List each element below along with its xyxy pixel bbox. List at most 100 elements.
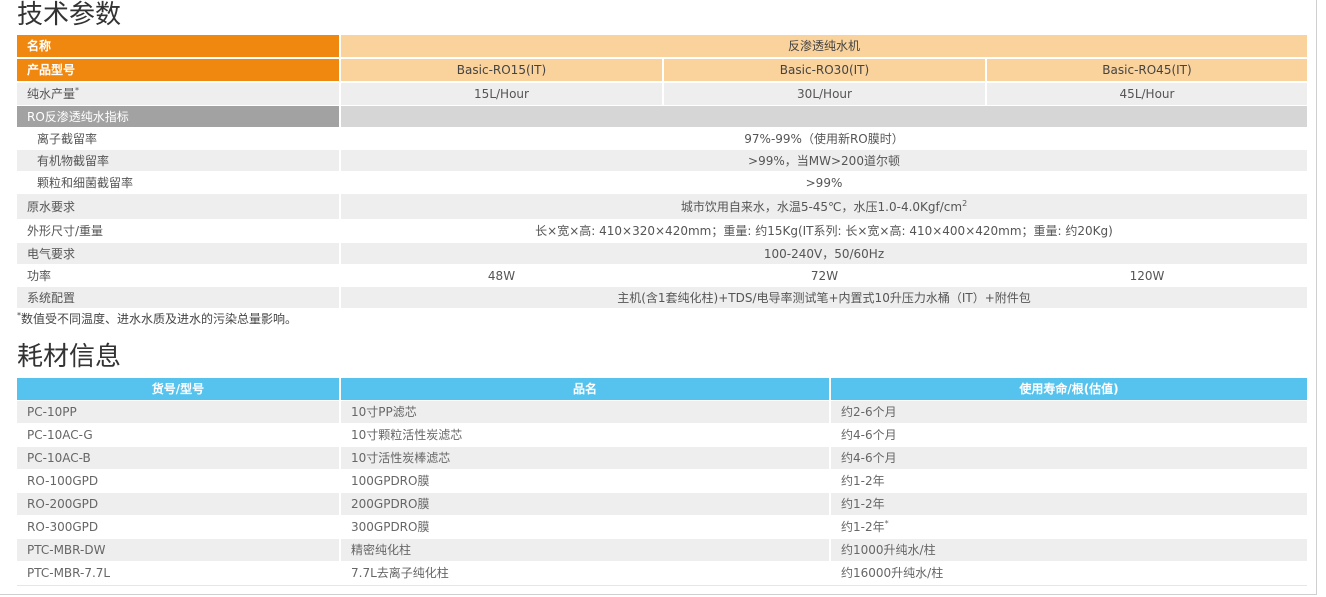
spec-value: 48W: [487, 268, 516, 283]
product-name-text: 100GPDRO膜: [351, 474, 430, 488]
lifespan-text: 约1-2年: [841, 520, 885, 534]
product-name-cell: 100GPDRO膜: [341, 470, 829, 492]
specs-table: 名称 反渗透纯水机 产品型号 Basic-RO15(IT) Basic-RO30…: [17, 35, 1307, 309]
spec-row-organic-rejection: 有机物截留率 >99%，当MW>200道尔顿: [17, 150, 1307, 171]
spec-label: 产品型号: [27, 63, 76, 77]
lifespan-cell: 约1-2年*: [831, 516, 1307, 538]
spec-value-cell: 主机(含1套纯化柱)+TDS/电导率测试笔+内置式10升压力水桶（IT）+附件包: [341, 287, 1307, 308]
table-row: RO-100GPD 100GPDRO膜 约1-2年: [17, 470, 1307, 492]
unit-superscript: 2: [962, 198, 968, 208]
spec-label: 有机物截留率: [37, 153, 110, 168]
product-name-cell: 300GPDRO膜: [341, 516, 829, 538]
spec-value-cell: 15L/Hour: [341, 83, 662, 105]
spec-value-cell: 100-240V，50/60Hz: [341, 243, 1307, 264]
spec-row-dimensions: 外形尺寸/重量 长×宽×高: 410×320×420mm；重量: 约15Kg(I…: [17, 220, 1307, 242]
table-row: PTC-MBR-DW 精密纯化柱 约1000升纯水/柱: [17, 539, 1307, 561]
spec-row-output: 纯水产量* 15L/Hour 30L/Hour 45L/Hour: [17, 83, 1307, 105]
spec-label-cell: 原水要求: [17, 194, 339, 219]
lifespan-cell: 约1000升纯水/柱: [831, 539, 1307, 561]
spec-value-cell: Basic-RO30(IT): [664, 59, 985, 81]
product-name-text: 200GPDRO膜: [351, 497, 430, 511]
spec-value-cell: Basic-RO45(IT): [987, 59, 1307, 81]
spec-value-cell: 反渗透纯水机: [341, 35, 1307, 57]
product-name-cell: 7.7L去离子纯化柱: [341, 562, 829, 584]
spec-label: 原水要求: [27, 199, 76, 214]
spec-label-cell: 颗粒和细菌截留率: [17, 172, 339, 193]
table-row: PC-10AC-G 10寸颗粒活性炭滤芯 约4-6个月: [17, 424, 1307, 446]
lifespan-cell: 约2-6个月: [831, 401, 1307, 423]
spec-group-header: RO反渗透纯水指标: [17, 106, 1307, 127]
spec-value: Basic-RO45(IT): [1102, 63, 1192, 77]
spec-value-cell: 城市饮用自来水，水温5-45℃，水压1.0-4.0Kgf/cm2: [341, 194, 1307, 219]
lifespan-text: 约4-6个月: [841, 451, 897, 465]
model-cell: RO-300GPD: [17, 516, 339, 538]
model-text: PTC-MBR-DW: [27, 543, 106, 557]
product-name-text: 10寸颗粒活性炭滤芯: [351, 428, 463, 442]
model-text: PTC-MBR-7.7L: [27, 566, 111, 580]
spec-value-cell: 120W: [987, 265, 1307, 286]
spec-value: 15L/Hour: [474, 87, 529, 101]
spec-value-cell: 30L/Hour: [664, 83, 985, 105]
spec-label-cell: 外形尺寸/重量: [17, 220, 339, 242]
spec-label-cell: 系统配置: [17, 287, 339, 308]
spec-label-cell: 纯水产量*: [17, 83, 339, 105]
lifespan-cell: 约16000升纯水/柱: [831, 562, 1307, 584]
spec-row-ion-rejection: 离子截留率 97%-99%（使用新RO膜时）: [17, 128, 1307, 149]
table-row: RO-300GPD 300GPDRO膜 约1-2年*: [17, 516, 1307, 538]
table-header-row: 货号/型号 品名 使用寿命/根(估值): [17, 378, 1307, 400]
model-cell: RO-100GPD: [17, 470, 339, 492]
footnote-mark: *: [75, 86, 80, 95]
model-text: RO-100GPD: [27, 474, 99, 488]
spec-label-cell: 名称: [17, 35, 339, 57]
spec-value: 主机(含1套纯化柱)+TDS/电导率测试笔+内置式10升压力水桶（IT）+附件包: [617, 290, 1031, 305]
model-cell: PC-10AC-B: [17, 447, 339, 469]
spec-value: 72W: [810, 268, 839, 283]
spec-label: 系统配置: [27, 290, 76, 305]
specs-section-title: 技术参数: [17, 0, 122, 30]
table-row: PTC-MBR-7.7L 7.7L去离子纯化柱 约16000升纯水/柱: [17, 562, 1307, 584]
spec-value: 97%-99%（使用新RO膜时）: [744, 131, 904, 146]
spec-group-fill: [341, 106, 1307, 127]
model-text: RO-200GPD: [27, 497, 99, 511]
table-row: RO-200GPD 200GPDRO膜 约1-2年: [17, 493, 1307, 515]
spec-value-cell: >99%，当MW>200道尔顿: [341, 150, 1307, 171]
content-container: 技术参数 名称 反渗透纯水机 产品型号 Basic-RO15(IT) Basic…: [0, 0, 1317, 595]
table-row: PC-10PP 10寸PP滤芯 约2-6个月: [17, 401, 1307, 423]
spec-row-feed-water: 原水要求 城市饮用自来水，水温5-45℃，水压1.0-4.0Kgf/cm2: [17, 194, 1307, 219]
spec-value: 城市饮用自来水，水温5-45℃，水压1.0-4.0Kgf/cm: [680, 199, 963, 214]
lifespan-text: 约1000升纯水/柱: [841, 543, 936, 557]
spec-value-cell: 45L/Hour: [987, 83, 1307, 105]
spec-row-name: 名称 反渗透纯水机: [17, 35, 1307, 57]
spec-label: 纯水产量: [27, 87, 76, 101]
spec-value-cell: 72W: [664, 265, 985, 286]
lifespan-cell: 约1-2年: [831, 470, 1307, 492]
product-name-cell: 精密纯化柱: [341, 539, 829, 561]
lifespan-cell: 约1-2年: [831, 493, 1307, 515]
product-name-cell: 10寸颗粒活性炭滤芯: [341, 424, 829, 446]
spec-label: 电气要求: [27, 246, 76, 261]
product-name-text: 精密纯化柱: [351, 543, 412, 557]
spec-group-label: RO反渗透纯水指标: [27, 109, 129, 124]
column-header: 品名: [341, 378, 829, 400]
product-name-text: 10寸PP滤芯: [351, 405, 417, 419]
spec-row-model: 产品型号 Basic-RO15(IT) Basic-RO30(IT) Basic…: [17, 59, 1307, 81]
product-name-cell: 10寸活性炭棒滤芯: [341, 447, 829, 469]
product-name-text: 300GPDRO膜: [351, 520, 430, 534]
footnote-text: 数值受不同温度、进水水质及进水的污染总量影响。: [21, 312, 298, 326]
consumables-section-title: 耗材信息: [17, 342, 122, 372]
model-cell: PC-10AC-G: [17, 424, 339, 446]
spec-value: 100-240V，50/60Hz: [763, 246, 885, 261]
lifespan-text: 约2-6个月: [841, 405, 897, 419]
spec-value: >99%，当MW>200道尔顿: [748, 153, 900, 168]
column-header: 使用寿命/根(估值): [831, 378, 1307, 400]
footnote-mark: *: [884, 519, 889, 528]
spec-value-cell: >99%: [341, 172, 1307, 193]
spec-label-cell: 功率: [17, 265, 339, 286]
spec-value: 反渗透纯水机: [787, 39, 860, 53]
product-name-text: 10寸活性炭棒滤芯: [351, 451, 451, 465]
spec-value: 120W: [1129, 268, 1165, 283]
spec-value-cell: 48W: [341, 265, 662, 286]
lifespan-cell: 约4-6个月: [831, 447, 1307, 469]
spec-label: 名称: [27, 39, 52, 53]
spec-row-configuration: 系统配置 主机(含1套纯化柱)+TDS/电导率测试笔+内置式10升压力水桶（IT…: [17, 287, 1307, 308]
